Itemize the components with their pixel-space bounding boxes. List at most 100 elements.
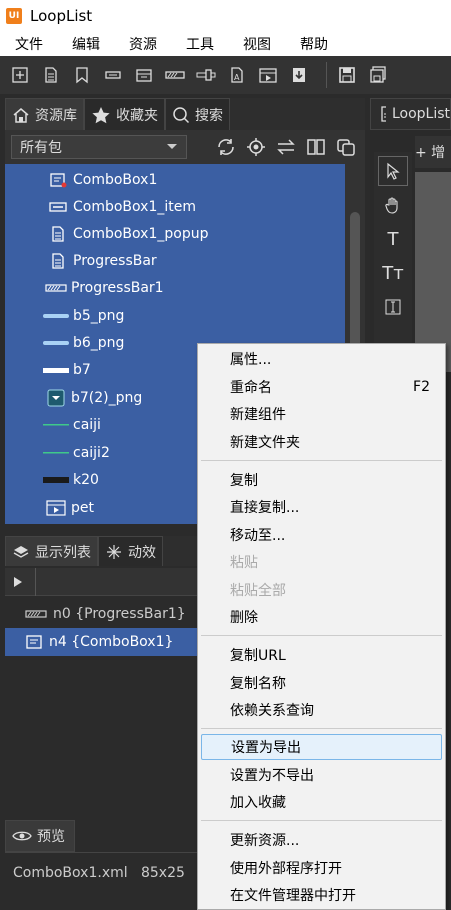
menu-item-update-resource[interactable]: 更新资源...	[201, 827, 442, 853]
refresh-icon[interactable]	[215, 137, 237, 157]
combobox-icon	[47, 171, 69, 189]
menu-item-label: 粘贴全部	[230, 583, 286, 599]
menu-file[interactable]: 文件	[0, 34, 57, 54]
menu-edit[interactable]: 编辑	[57, 34, 114, 54]
chevron-down-icon	[167, 144, 177, 149]
tab-animation-label: 动效	[128, 544, 156, 561]
menu-item-copy-name[interactable]: 复制名称	[201, 670, 442, 696]
menu-item-copy[interactable]: 复制	[201, 467, 442, 493]
tree-item-label: pet	[71, 499, 94, 516]
new-component-icon[interactable]	[8, 63, 32, 87]
doc-icon	[47, 225, 69, 243]
tree-item-label: b7	[73, 361, 91, 378]
tree-item[interactable]: b5_png	[5, 302, 345, 329]
bookmark-icon[interactable]	[70, 63, 94, 87]
cursor-icon	[387, 162, 400, 180]
tree-item[interactable]: ProgressBar	[5, 247, 345, 274]
menu-item-new-folder[interactable]: 新建文件夹	[201, 429, 442, 455]
text-tool[interactable]: T	[378, 224, 408, 254]
menu-item-label: 加入收藏	[230, 795, 286, 811]
tab-preview[interactable]: 预览	[5, 820, 75, 852]
tree-item[interactable]: ComboBox1_popup	[5, 220, 345, 247]
tree-item[interactable]: ComboBox1	[5, 166, 345, 193]
sparkle-icon	[107, 544, 121, 559]
tab-display-list-label: 显示列表	[35, 544, 91, 561]
image-bar-icon	[43, 307, 69, 325]
menu-item-label: 重命名	[230, 380, 272, 396]
text-icon[interactable]: A	[225, 63, 249, 87]
document-tab[interactable]: LoopList	[370, 98, 451, 130]
menu-item-copy-url[interactable]: 复制URL	[201, 642, 442, 668]
menu-item-properties[interactable]: 属性...	[201, 346, 442, 372]
menu-item-paste[interactable]: 粘贴	[201, 549, 442, 575]
progressbar-icon[interactable]	[163, 63, 187, 87]
pointer-tool[interactable]	[378, 156, 408, 186]
menu-item-open-external[interactable]: 使用外部程序打开	[201, 855, 442, 881]
green-line-icon	[43, 416, 69, 434]
menu-item-move-to[interactable]: 移动至...	[201, 522, 442, 548]
tab-display-list[interactable]: 显示列表	[5, 536, 98, 566]
menu-item-delete[interactable]: 删除	[201, 604, 442, 630]
menu-separator	[201, 460, 442, 461]
input-text-tool[interactable]	[378, 292, 408, 322]
package-select[interactable]: 所有包	[11, 135, 187, 159]
copy-icon[interactable]	[335, 137, 357, 157]
save-icon[interactable]	[335, 63, 359, 87]
context-menu: 属性... 重命名 F2 新建组件 新建文件夹 复制 直接复制... 移动至...…	[197, 343, 446, 910]
tree-item-label: b6_png	[73, 334, 125, 351]
menu-tools[interactable]: 工具	[171, 34, 228, 54]
box-icon[interactable]	[132, 63, 156, 87]
tab-search[interactable]: 搜索	[165, 98, 230, 130]
tab-favorites[interactable]: 收藏夹	[84, 98, 165, 130]
movie-icon	[45, 499, 67, 517]
menu-view[interactable]: 视图	[228, 34, 285, 54]
rich-text-tool[interactable]: Tᴛ	[378, 258, 408, 288]
menu-item-label: 设置为不导出	[230, 768, 314, 784]
movie-icon[interactable]	[256, 63, 280, 87]
play-icon[interactable]	[13, 576, 23, 588]
swap-icon[interactable]	[275, 137, 297, 157]
tab-animation[interactable]: 动效	[98, 536, 163, 566]
input-text-icon	[385, 299, 401, 315]
panel-icon[interactable]	[101, 63, 125, 87]
menu-help[interactable]: 帮助	[285, 34, 342, 54]
locate-icon[interactable]	[245, 137, 267, 157]
preview-info: ComboBox1.xml 85x25	[13, 865, 185, 881]
import-icon[interactable]	[287, 63, 311, 87]
new-doc-icon[interactable]	[39, 63, 63, 87]
vertical-toolbox: T Tᴛ	[374, 152, 412, 372]
stage-canvas[interactable]	[415, 172, 451, 372]
tree-item-label: ProgressBar	[73, 252, 157, 269]
tree-item-label: ComboBox1	[73, 171, 158, 188]
menu-item-dependency-query[interactable]: 依赖关系查询	[201, 697, 442, 723]
tree-item-label: caiji	[73, 416, 101, 433]
menu-item-label: 删除	[230, 610, 258, 626]
menu-resource[interactable]: 资源	[114, 34, 171, 54]
menu-item-label: 复制URL	[230, 648, 286, 664]
columns-icon[interactable]	[305, 137, 327, 157]
slider-icon[interactable]	[194, 63, 218, 87]
main-toolbar: A	[0, 56, 451, 94]
add-button[interactable]: + 增	[415, 136, 451, 168]
menu-bar: 文件 编辑 资源 工具 视图 帮助	[0, 32, 451, 56]
combobox-icon	[25, 634, 43, 650]
save-all-icon[interactable]	[366, 63, 390, 87]
progressbar-icon	[45, 279, 67, 297]
menu-item-set-export[interactable]: 设置为导出	[201, 734, 442, 760]
menu-item-new-component[interactable]: 新建组件	[201, 401, 442, 427]
menu-item-add-favorite[interactable]: 加入收藏	[201, 789, 442, 815]
menu-item-paste-all[interactable]: 粘贴全部	[201, 577, 442, 603]
menu-item-open-in-explorer[interactable]: 在文件管理器中打开	[201, 882, 442, 908]
add-button-label: + 增	[415, 145, 446, 161]
menu-item-rename[interactable]: 重命名 F2	[201, 374, 442, 400]
tree-item-label: ProgressBar1	[71, 279, 164, 296]
tab-library[interactable]: 资源库	[5, 98, 84, 130]
tree-item[interactable]: ProgressBar1	[5, 274, 345, 301]
package-row: 所有包	[5, 130, 365, 164]
hand-tool[interactable]	[378, 190, 408, 220]
rich-text-icon: Tᴛ	[382, 262, 404, 284]
tree-item[interactable]: ComboBox1_item	[5, 193, 345, 220]
list-item-label: n4 {ComboBox1}	[49, 634, 174, 650]
menu-item-duplicate[interactable]: 直接复制...	[201, 494, 442, 520]
menu-item-set-no-export[interactable]: 设置为不导出	[201, 762, 442, 788]
